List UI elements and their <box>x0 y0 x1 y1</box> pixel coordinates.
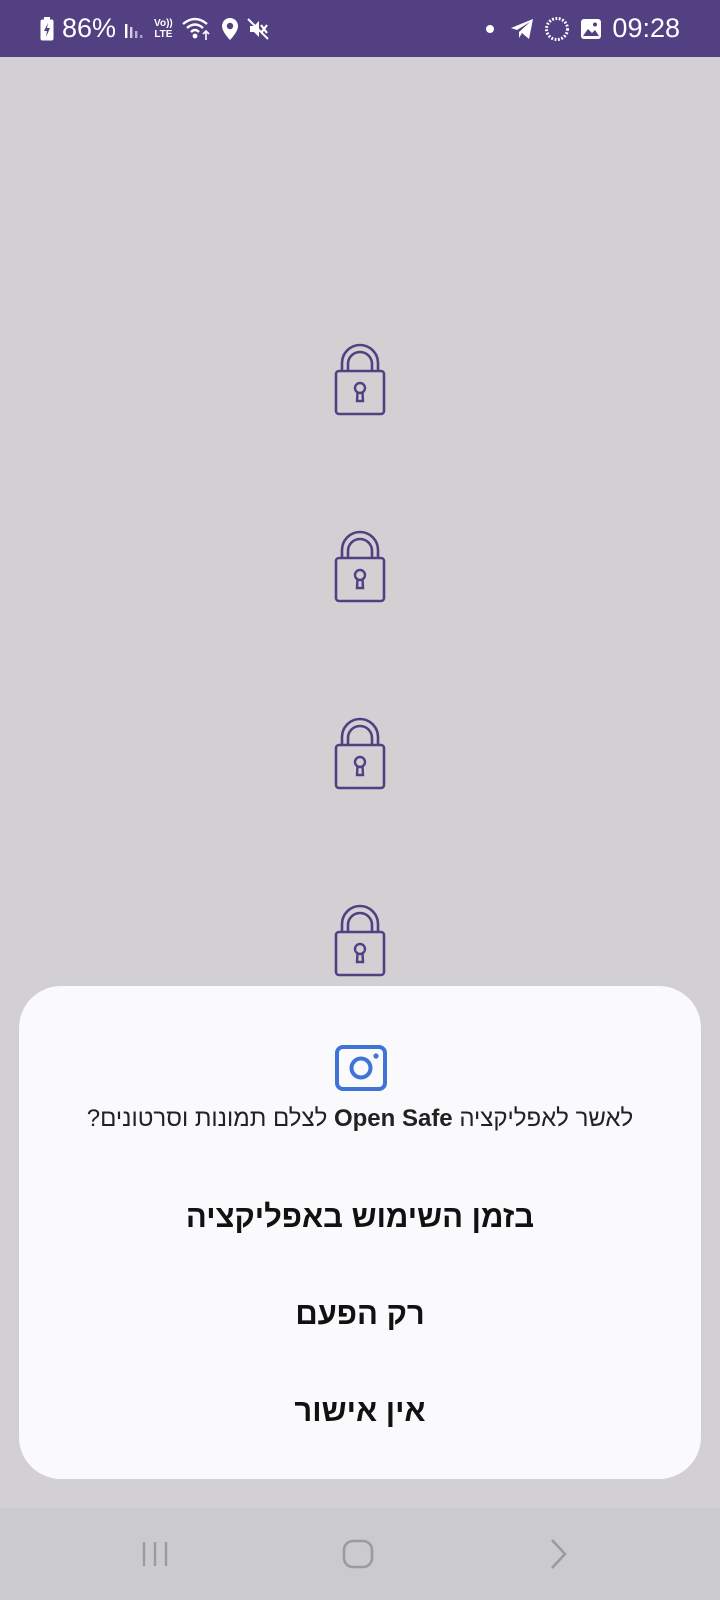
clock: 09:28 <box>612 13 680 43</box>
prompt-prefix: לאשר לאפליקציה <box>459 1105 634 1132</box>
lock-icon <box>334 717 386 790</box>
home-button[interactable] <box>328 1524 388 1584</box>
status-bar-left: 86% Vo)) LTE <box>40 0 269 57</box>
lock-icon <box>334 343 386 416</box>
permission-prompt: לאשר לאפליקציה Open Safe לצלם תמונות וסר… <box>39 1103 681 1135</box>
home-icon <box>342 1539 374 1569</box>
status-bar-right: 09:28 <box>486 0 680 57</box>
navigation-bar <box>0 1508 720 1600</box>
wifi-icon <box>181 16 213 42</box>
location-icon <box>221 17 239 41</box>
permission-dialog: לאשר לאפליקציה Open Safe לצלם תמונות וסר… <box>19 986 701 1479</box>
volte-top-label: Vo)) <box>154 17 173 29</box>
mute-icon <box>247 17 269 40</box>
lock-icon <box>334 530 386 603</box>
signal-icon <box>124 18 146 40</box>
camera-icon <box>335 1045 387 1091</box>
allow-once-button[interactable]: רק הפעם <box>79 1279 641 1349</box>
status-bar: 86% Vo)) LTE 09:28 <box>0 0 720 57</box>
app-name: Open Safe <box>333 1105 453 1132</box>
notification-dot-icon <box>486 24 495 33</box>
allow-while-using-button[interactable]: בזמן השימוש באפליקציה <box>79 1182 641 1252</box>
sync-icon <box>544 16 570 42</box>
volte-icon: Vo)) LTE <box>154 18 173 40</box>
battery-charging-icon <box>40 16 54 41</box>
battery-percentage: 86% <box>62 13 117 43</box>
recent-apps-icon <box>142 1542 168 1566</box>
recent-apps-button[interactable] <box>125 1524 185 1584</box>
back-icon <box>551 1539 567 1569</box>
deny-button[interactable]: אין אישור <box>79 1376 641 1446</box>
volte-bottom-label: LTE <box>154 28 173 40</box>
gallery-icon <box>580 18 602 40</box>
prompt-suffix: לצלם תמונות וסרטונים? <box>86 1105 328 1132</box>
telegram-icon <box>510 18 534 40</box>
back-button[interactable] <box>528 1524 588 1584</box>
lock-icon <box>334 904 386 977</box>
